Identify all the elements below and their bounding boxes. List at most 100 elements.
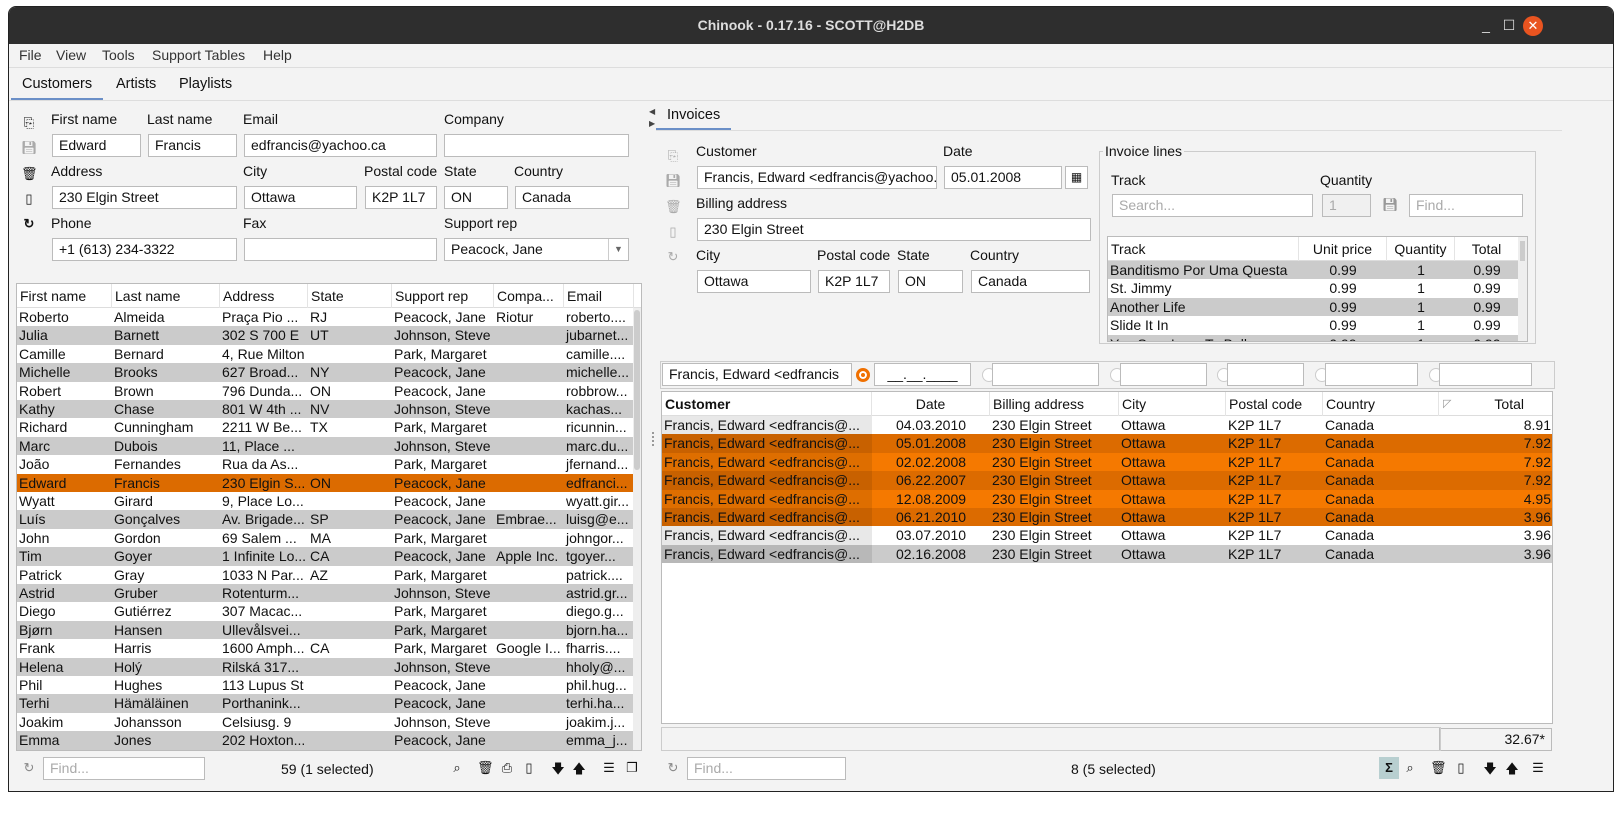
phone-field[interactable]: +1 (613) 234-3322 bbox=[52, 238, 237, 261]
invoice-state-field[interactable]: ON bbox=[898, 270, 963, 293]
invoice-line-row[interactable]: Banditismo Por Uma Questa 0.99 1 0.99 bbox=[1108, 261, 1527, 280]
invoice-date-field[interactable]: 05.01.2008 bbox=[944, 166, 1062, 189]
customer-row[interactable]: Marc Dubois 11, Place ... Johnson, Steve mar… bbox=[17, 436, 641, 456]
copy-icon[interactable]: ▯ bbox=[665, 224, 681, 240]
filter-input[interactable] bbox=[1120, 363, 1207, 386]
filter-input[interactable] bbox=[1439, 363, 1532, 386]
invoice-row[interactable]: Francis, Edward <edfrancis@... 04.03.2010… bbox=[662, 416, 1552, 435]
pages-icon[interactable]: ❐ bbox=[624, 760, 640, 776]
tab-playlists[interactable]: Playlists bbox=[168, 71, 243, 100]
customer-row[interactable]: Diego Gutiérrez 307 Macac... Park, Margaret… bbox=[17, 602, 641, 621]
customer-column-header[interactable]: Support rep bbox=[392, 284, 494, 308]
invoice-row[interactable]: Francis, Edward <edfrancis@... 03.07.2010… bbox=[662, 526, 1552, 545]
scrollbar-thumb[interactable] bbox=[634, 310, 640, 470]
delete-icon[interactable]: 🗑︎ bbox=[665, 199, 682, 215]
track-search-input[interactable]: Search... bbox=[1112, 194, 1313, 217]
customer-column-header[interactable]: Compa... bbox=[494, 284, 564, 308]
customer-row[interactable]: Camille Bernard 4, Rue Milton Park, Margare… bbox=[17, 344, 641, 364]
invoice-row[interactable]: Francis, Edward <edfrancis@... 12.08.2009… bbox=[662, 489, 1552, 508]
save-icon[interactable]: 💾︎ bbox=[1382, 197, 1399, 213]
arrow-up-icon[interactable]: 🡅 bbox=[1504, 760, 1520, 782]
customer-row[interactable]: João Fernandes Rua da As... Park, Margaret j… bbox=[17, 455, 641, 474]
menu-view[interactable]: View bbox=[56, 47, 86, 63]
customer-row[interactable]: Bjørn Hansen Ullevålsvei... Park, Margaret b… bbox=[17, 620, 641, 640]
menu-tools[interactable]: Tools bbox=[102, 47, 135, 63]
filter-input[interactable] bbox=[1227, 363, 1304, 386]
email-field[interactable]: edfrancis@yachoo.ca bbox=[244, 134, 437, 157]
customer-row[interactable]: Julia Barnett 302 S 700 E UT Johnson, Steve j… bbox=[17, 326, 641, 345]
menu-support-tables[interactable]: Support Tables bbox=[152, 47, 245, 63]
billing-address-field[interactable]: 230 Elgin Street bbox=[697, 218, 1091, 241]
customer-column-header[interactable]: First name bbox=[17, 284, 112, 308]
calendar-button[interactable]: ▦ bbox=[1065, 166, 1088, 189]
invoice-line-row[interactable]: St. Jimmy 0.99 1 0.99 bbox=[1108, 279, 1527, 298]
scrollbar-thumb[interactable] bbox=[1520, 241, 1525, 261]
invoice-postal-field[interactable]: K2P 1L7 bbox=[818, 270, 890, 293]
address-field[interactable]: 230 Elgin Street bbox=[52, 186, 237, 209]
customer-row[interactable]: Wyatt Girard 9, Place Lo... Peacock, Jane wy… bbox=[17, 492, 641, 511]
customer-row[interactable]: Robert Brown 796 Dunda... ON Peacock, Jane ro… bbox=[17, 381, 641, 400]
invoice-column-header[interactable]: Country bbox=[1323, 392, 1439, 416]
invoice-line-row[interactable]: Another Life 0.99 1 0.99 bbox=[1108, 297, 1527, 317]
invoice-column-header[interactable]: Customer bbox=[662, 392, 872, 416]
collapse-left-icon[interactable]: ◀ bbox=[649, 107, 655, 116]
fax-field[interactable] bbox=[244, 238, 437, 261]
arrow-up-icon[interactable]: 🡅 bbox=[571, 760, 587, 782]
save-icon[interactable]: 💾︎ bbox=[665, 173, 682, 189]
collapse-right-icon[interactable]: ▶ bbox=[649, 119, 655, 128]
list-icon[interactable]: ☰ bbox=[1530, 760, 1546, 776]
delete-icon[interactable]: 🗑︎ bbox=[21, 166, 38, 182]
invoice-line-row[interactable]: Slide It In 0.99 1 0.99 bbox=[1108, 316, 1527, 335]
tab-invoices[interactable]: Invoices bbox=[656, 103, 732, 130]
customer-row[interactable]: Frank Harris 1600 Amph... CA Park, Margaret G… bbox=[17, 639, 641, 658]
date-filter-radio-selected[interactable] bbox=[856, 368, 870, 382]
invoice-column-header[interactable]: Postal code bbox=[1226, 392, 1323, 416]
customer-row[interactable]: Joakim Johansson Celsiusg. 9 Johnson, Steve… bbox=[17, 712, 641, 732]
invoice-line-column-header[interactable]: Total bbox=[1455, 237, 1519, 261]
customer-column-header[interactable]: Last name bbox=[112, 284, 220, 308]
customer-column-header[interactable]: Address bbox=[220, 284, 308, 308]
invoice-country-field[interactable]: Canada bbox=[971, 270, 1090, 293]
customer-row[interactable]: Astrid Gruber Rotenturm... Johnson, Steve as… bbox=[17, 584, 641, 603]
postal-code-field[interactable]: K2P 1L7 bbox=[365, 186, 437, 209]
invoice-customer-field[interactable]: Francis, Edward <edfrancis@yachoo.ca> bbox=[697, 166, 937, 189]
invoice-column-header[interactable]: Billing address bbox=[990, 392, 1119, 416]
customer-row[interactable]: Terhi Hämäläinen Porthanink... Peacock, Jan… bbox=[17, 694, 641, 713]
copy-icon[interactable]: ▯ bbox=[21, 191, 37, 207]
tab-customers[interactable]: Customers bbox=[11, 71, 104, 100]
state-field[interactable]: ON bbox=[444, 186, 508, 209]
date-filter-input[interactable]: __.__.____ bbox=[874, 363, 971, 386]
menu-file[interactable]: File bbox=[19, 47, 42, 63]
invoice-line-row[interactable]: You Sure Love To Ball0.9910.99 bbox=[1108, 334, 1527, 341]
customer-row[interactable]: Roberto Almeida Praça Pio ... RJ Peacock, Ja… bbox=[17, 308, 641, 327]
print-icon[interactable]: ⎙ bbox=[499, 760, 515, 776]
maximize-button[interactable]: ☐ bbox=[1494, 7, 1524, 44]
refresh-icon[interactable]: ↻ bbox=[21, 760, 37, 776]
invoice-row[interactable]: Francis, Edward <edfrancis@... 02.16.2008… bbox=[662, 544, 1552, 564]
customer-row[interactable]: Tim Goyer 1 Infinite Lo... CA Peacock, Jane A… bbox=[17, 547, 641, 566]
arrow-down-icon[interactable]: 🡇 bbox=[1482, 760, 1498, 782]
invoice-city-field[interactable]: Ottawa bbox=[697, 270, 811, 293]
tab-artists[interactable]: Artists bbox=[105, 71, 167, 100]
invoice-row[interactable]: Francis, Edward <edfrancis@... 06.22.2007… bbox=[662, 471, 1552, 490]
invoice-column-header[interactable]: City bbox=[1119, 392, 1226, 416]
customer-row[interactable]: Luís Gonçalves Av. Brigade... SP Peacock, Ja… bbox=[17, 510, 641, 529]
customer-row[interactable]: Helena Holý Rilská 317... Johnson, Steve hho… bbox=[17, 657, 641, 676]
customer-row[interactable]: Michelle Brooks 627 Broad... NY Peacock, Jan… bbox=[17, 363, 641, 382]
delete-icon[interactable]: 🗑︎ bbox=[477, 760, 494, 776]
invoice-line-column-header[interactable]: Quantity bbox=[1387, 237, 1455, 261]
customer-row[interactable]: Edward Francis 230 Elgin S... ON Peacock, Ja… bbox=[17, 473, 641, 492]
first-name-field[interactable]: Edward bbox=[52, 134, 141, 157]
new-record-icon[interactable]: ⎘ bbox=[665, 148, 681, 164]
filter-input[interactable] bbox=[992, 363, 1099, 386]
menu-help[interactable]: Help bbox=[263, 47, 292, 63]
last-name-field[interactable]: Francis bbox=[148, 134, 237, 157]
refresh-icon[interactable]: ↻ bbox=[665, 249, 681, 265]
copy-icon[interactable]: ▯ bbox=[1453, 760, 1469, 776]
scrollbar[interactable] bbox=[1518, 237, 1527, 341]
arrow-down-icon[interactable]: 🡇 bbox=[550, 760, 566, 782]
city-field[interactable]: Ottawa bbox=[244, 186, 357, 209]
invoice-row[interactable]: Francis, Edward <edfrancis@... 05.01.2008… bbox=[662, 434, 1552, 453]
customer-row[interactable]: Richard Cunningham 2211 W Be... TX Park, Mar… bbox=[17, 418, 641, 437]
refresh-icon[interactable]: ↻ bbox=[21, 216, 37, 232]
